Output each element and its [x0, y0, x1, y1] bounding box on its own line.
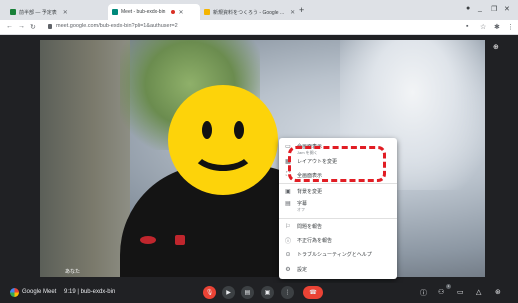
menu-divider	[279, 218, 397, 219]
address-bar: ← → ↻ meet.google.com/bub-exdx-bin?pli=1…	[0, 20, 518, 35]
smiley-mouth	[190, 127, 256, 171]
star-icon[interactable]: ☆	[480, 23, 486, 31]
extensions-icon[interactable]: ✱	[494, 23, 500, 31]
more-options-button[interactable]: ⋮	[281, 286, 294, 299]
slides-icon	[204, 9, 210, 15]
tab-title: 新規資料をつくろう - Google ...	[213, 9, 285, 16]
meeting-details: Google Meet 9:19 | bub-exdx-bin	[22, 289, 115, 295]
profile-icon[interactable]: ●	[466, 5, 470, 12]
tab-spreadsheet[interactable]: 前半部 — 予定表 ✕	[6, 4, 106, 20]
troubleshoot-icon: ⊙	[285, 251, 291, 258]
captions-button[interactable]: ▤	[241, 286, 254, 299]
highlight-annotation	[288, 146, 386, 182]
tab-title: 前半部 — 予定表	[19, 9, 57, 16]
url-field[interactable]: meet.google.com/bub-exdx-bin?pli=1&authu…	[56, 23, 178, 29]
tab-meet[interactable]: Meet - bub-exdx-bin ✕	[108, 4, 200, 20]
menu-divider	[279, 183, 397, 184]
shirt-logo	[140, 236, 156, 244]
camera-icon: ▶	[226, 290, 231, 296]
mic-off-button[interactable]: 🎙	[203, 286, 216, 299]
menu-icon[interactable]: ⋮	[507, 23, 514, 31]
tab-slides[interactable]: 新規資料をつくろう - Google ... ✕	[200, 4, 296, 20]
tab-title: Meet - bub-exdx-bin	[121, 9, 166, 15]
meet-brand: Google Meet	[22, 289, 57, 295]
meet-icon	[112, 9, 118, 15]
pin-icon[interactable]: ⊕	[493, 43, 499, 51]
info-icon[interactable]: ⓘ	[420, 288, 427, 298]
google-meet-logo-icon	[10, 288, 19, 297]
new-tab-button[interactable]: +	[299, 5, 304, 15]
reload-icon[interactable]: ↻	[30, 23, 36, 31]
participants-count-badge: 1	[446, 284, 451, 289]
back-icon[interactable]: ←	[6, 23, 13, 30]
recording-icon	[171, 10, 176, 14]
captions-icon: ▤	[285, 200, 291, 207]
menu-item-sub: オフ	[297, 207, 305, 212]
captions-icon: ▤	[244, 290, 251, 296]
background-shelf	[40, 40, 130, 277]
participant-name: あなた	[65, 269, 81, 275]
more-icon: ⋮	[284, 290, 291, 296]
camera-button[interactable]: ▶	[222, 286, 235, 299]
smiley-face-icon	[168, 85, 278, 195]
browser-tab-bar: 前半部 — 予定表 ✕ Meet - bub-exdx-bin ✕ 新規資料をつ…	[0, 0, 518, 20]
lock-icon	[48, 24, 52, 29]
menu-item-settings[interactable]: ⚙ 設定	[279, 263, 397, 275]
menu-item-change-background[interactable]: ▣ 背景を変更	[279, 185, 397, 197]
minimize-button[interactable]: _	[478, 5, 482, 12]
present-button[interactable]: ▣	[261, 286, 274, 299]
close-icon[interactable]: ✕	[63, 9, 68, 16]
report-icon: ⚐	[285, 223, 291, 230]
close-window-button[interactable]: ✕	[504, 5, 510, 13]
meet-control-bar: Google Meet 9:19 | bub-exdx-bin 🎙 ▶ ▤ ▣ …	[0, 283, 518, 303]
background-icon: ▣	[285, 188, 291, 195]
meet-stage: あなた ⊕	[0, 35, 518, 283]
menu-item-report-problem[interactable]: ⚐ 問題を報告	[279, 220, 397, 232]
hang-up-icon: ☎	[309, 290, 317, 296]
meeting-info: 9:19 | bub-exdx-bin	[64, 289, 116, 295]
mic-off-icon: 🎙	[205, 290, 214, 296]
menu-item-report-abuse[interactable]: ⓘ 不正行為を報告	[279, 234, 397, 246]
chat-icon[interactable]: ▭	[457, 288, 464, 296]
close-icon[interactable]: ✕	[178, 9, 183, 16]
activities-icon[interactable]: △	[476, 288, 481, 296]
forward-icon[interactable]: →	[18, 23, 25, 30]
camera-icon[interactable]: ▪	[466, 23, 468, 30]
maximize-button[interactable]: ❐	[491, 5, 497, 13]
settings-icon: ⚙	[285, 266, 291, 273]
present-icon: ▣	[264, 290, 271, 296]
shirt-logo-2	[175, 235, 185, 245]
close-icon[interactable]: ✕	[290, 9, 295, 16]
leave-call-button[interactable]: ☎	[303, 286, 323, 299]
menu-item-troubleshooting[interactable]: ⊙ トラブルシューティングとヘルプ	[279, 248, 397, 260]
warning-icon: ⓘ	[284, 238, 291, 245]
host-controls-icon[interactable]: ⊛	[495, 288, 501, 296]
people-icon[interactable]: ⚇	[438, 288, 444, 296]
sheets-icon	[10, 9, 16, 15]
